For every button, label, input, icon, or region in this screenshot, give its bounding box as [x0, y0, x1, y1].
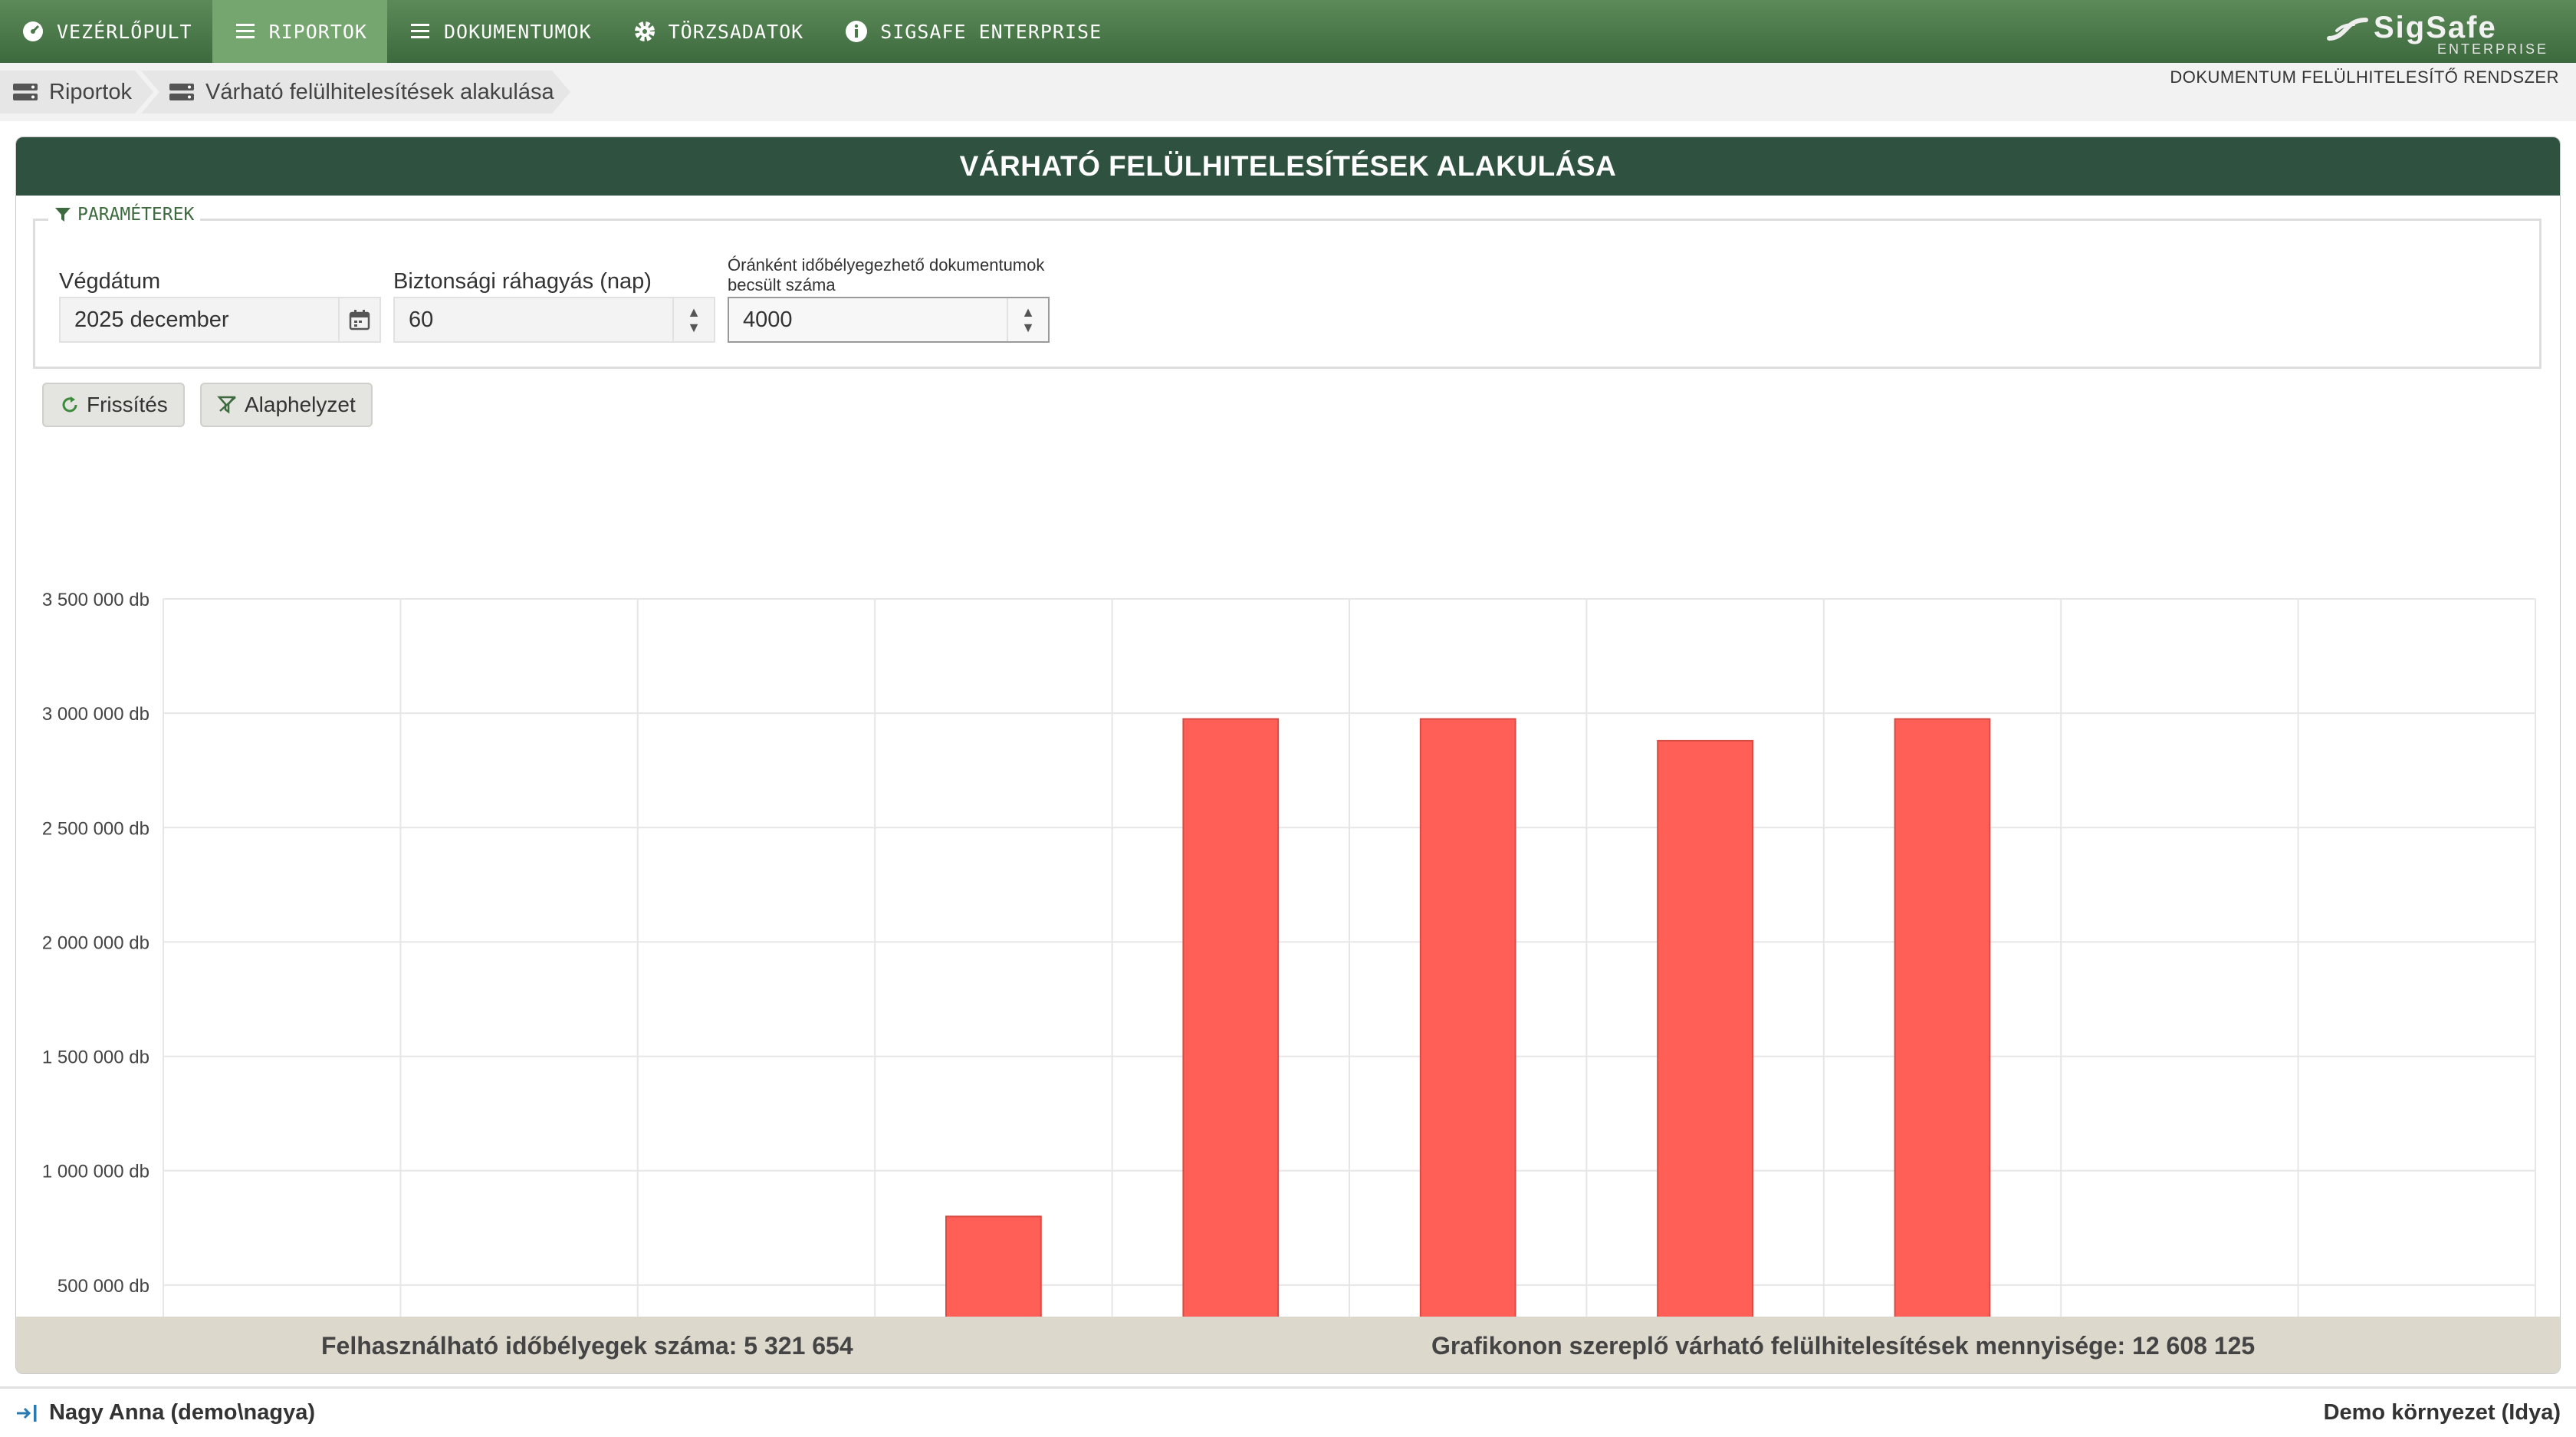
reset-button[interactable]: Alaphelyzet — [200, 383, 373, 427]
breadcrumb-item-reports[interactable]: Riportok — [0, 71, 153, 113]
forecast-bar-chart: 0 db500 000 db1 000 000 db1 500 000 db2 … — [42, 590, 2536, 1374]
nav-item-reports[interactable]: RIPORTOK — [212, 0, 387, 63]
system-name: DOKUMENTUM FELÜLHITELESÍTŐ RENDSZER — [2170, 67, 2559, 87]
top-navigation: VEZÉRLŐPULT RIPORTOK DOKUMENTUMOK TÖRZSA… — [0, 0, 2576, 63]
sigsafe-logo: SigSafe ENTERPRISE — [2303, 11, 2548, 57]
y-tick-label: 1 000 000 db — [42, 1162, 150, 1182]
nav-item-label: TÖRZSADATOK — [668, 20, 804, 43]
user-info[interactable]: Nagy Anna (demo\nagya) — [15, 1400, 315, 1425]
nav-item-label: VEZÉRLŐPULT — [57, 20, 192, 43]
logo-swirl-icon — [2327, 18, 2368, 41]
list-icon — [409, 20, 432, 43]
breadcrumb-label: Riportok — [49, 79, 132, 104]
server-icon — [12, 81, 38, 103]
margin-stepper[interactable]: ▲ ▼ — [672, 298, 714, 341]
filter-icon — [55, 208, 71, 222]
y-tick-label: 3 500 000 db — [42, 590, 150, 610]
calendar-icon — [349, 310, 370, 330]
y-tick-label: 2 000 000 db — [42, 932, 150, 953]
logo-subtext: ENTERPRISE — [2436, 41, 2548, 57]
page-title: VÁRHATÓ FELÜLHITELESÍTÉSEK ALAKULÁSA — [16, 137, 2560, 196]
chart-bar[interactable] — [1657, 739, 1753, 1374]
y-tick-label: 1 500 000 db — [42, 1047, 150, 1068]
nav-item-master-data[interactable]: TÖRZSADATOK — [612, 0, 824, 63]
margin-value: 60 — [409, 307, 434, 332]
gear-icon — [633, 20, 656, 43]
legend-label: PARAMÉTEREK — [77, 205, 195, 225]
stepper-up-icon[interactable]: ▲ — [1021, 304, 1035, 320]
refresh-label: Frissítés — [87, 393, 168, 416]
end-date-label: Végdátum — [59, 269, 161, 294]
info-icon — [845, 20, 868, 43]
docs-per-hour-label: Óránként időbélyegezhető dokumentumok be… — [728, 255, 1045, 294]
nav-item-dashboard[interactable]: VEZÉRLŐPULT — [0, 0, 212, 63]
docs-per-hour-stepper[interactable]: ▲ ▼ — [1007, 298, 1048, 341]
nav-item-sigsafe[interactable]: SIGSAFE ENTERPRISE — [823, 0, 1122, 63]
server-icon — [169, 81, 195, 103]
end-date-value: 2025 december — [74, 307, 229, 332]
footer: Nagy Anna (demo\nagya) Demo környezet (I… — [0, 1386, 2576, 1437]
chart-bar[interactable] — [1419, 718, 1516, 1374]
nav-item-documents[interactable]: DOKUMENTUMOK — [387, 0, 612, 63]
reset-label: Alaphelyzet — [245, 393, 356, 416]
chart-bar[interactable] — [1182, 718, 1280, 1374]
stepper-down-icon[interactable]: ▼ — [1021, 320, 1035, 335]
logo-text: SigSafe — [2374, 11, 2497, 44]
breadcrumb-item-current[interactable]: Várható felülhitelesítések alakulása — [141, 71, 570, 113]
nav-item-label: DOKUMENTUMOK — [444, 20, 592, 43]
calendar-button[interactable] — [338, 298, 380, 341]
list-icon — [234, 20, 257, 43]
logout-icon[interactable] — [15, 1402, 40, 1424]
end-date-input[interactable]: 2025 december — [59, 297, 381, 343]
y-tick-label: 2 500 000 db — [42, 818, 150, 839]
refresh-button[interactable]: Frissítés — [42, 383, 185, 427]
stepper-up-icon[interactable]: ▲ — [687, 304, 701, 320]
nav-item-label: RIPORTOK — [268, 20, 367, 43]
chart-bar[interactable] — [1894, 718, 1991, 1374]
nav-item-label: SIGSAFE ENTERPRISE — [880, 20, 1102, 43]
docs-per-hour-input[interactable]: 4000 ▲ ▼ — [728, 297, 1050, 343]
chart-total-text: Grafikonon szereplő várható felülhiteles… — [1431, 1331, 2256, 1360]
y-tick-label: 500 000 db — [58, 1276, 150, 1297]
dashboard-icon — [21, 20, 44, 43]
environment-label: Demo környezet (Idya) — [2323, 1400, 2561, 1425]
summary-bar: Felhasználható időbélyegek száma: 5 321 … — [16, 1317, 2560, 1373]
parameters-legend: PARAMÉTEREK — [48, 205, 201, 225]
docs-per-hour-value: 4000 — [743, 307, 793, 332]
report-panel: VÁRHATÓ FELÜLHITELESÍTÉSEK ALAKULÁSA PAR… — [15, 136, 2561, 1374]
margin-label: Biztonsági ráhagyás (nap) — [393, 269, 652, 294]
y-tick-label: 3 000 000 db — [42, 704, 150, 725]
stepper-down-icon[interactable]: ▼ — [687, 320, 701, 335]
breadcrumb-label: Várható felülhitelesítések alakulása — [205, 79, 554, 104]
margin-input[interactable]: 60 ▲ ▼ — [393, 297, 715, 343]
available-timestamps-text: Felhasználható időbélyegek száma: 5 321 … — [321, 1331, 853, 1360]
user-name: Nagy Anna (demo\nagya) — [49, 1400, 315, 1425]
refresh-icon — [62, 396, 77, 413]
filter-reset-icon — [217, 396, 236, 414]
